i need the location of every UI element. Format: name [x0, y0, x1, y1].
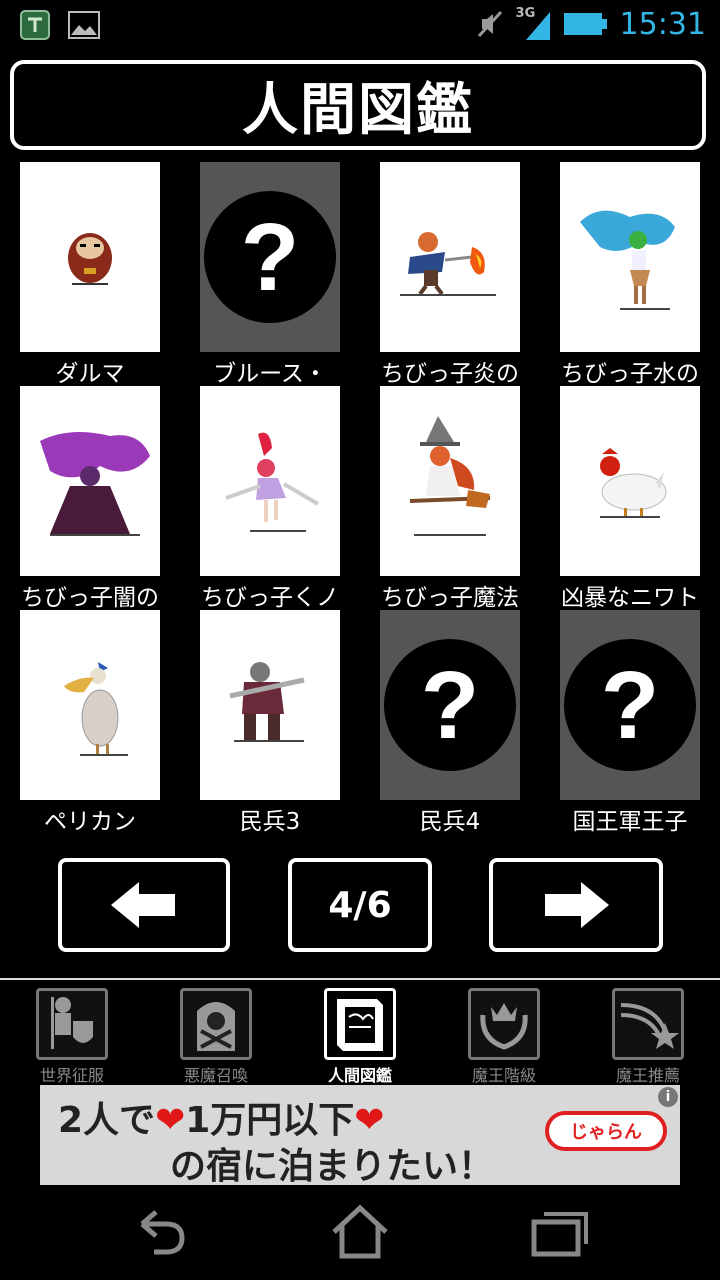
- prev-page-button[interactable]: [58, 858, 230, 952]
- home-icon[interactable]: [330, 1204, 390, 1260]
- card-label: 凶暴なニワト: [561, 585, 699, 611]
- status-time: 15:31: [619, 6, 706, 42]
- grid-card[interactable]: ちびっ子炎の: [360, 162, 540, 387]
- card-label: ペリカン: [44, 809, 136, 835]
- signal-icon: 3G: [516, 6, 552, 42]
- card-label: ちびっ子闇の: [21, 585, 159, 611]
- shield-app-icon: [20, 10, 50, 40]
- chicken-sprite: [560, 386, 700, 576]
- divider: [0, 978, 720, 980]
- crown-laurel-icon: [468, 988, 540, 1060]
- grid-card[interactable]: ? 国王軍王子: [540, 610, 720, 835]
- tab-demon-king-recommend[interactable]: 魔王推薦: [576, 986, 720, 1085]
- card-label: ちびっ子水の: [561, 361, 699, 387]
- ad-line-1: 2人で❤1万円以下❤: [58, 1091, 384, 1143]
- grid-card[interactable]: 凶暴なニワト: [540, 386, 720, 611]
- militia-sprite: [200, 610, 340, 800]
- svg-text:?: ?: [601, 652, 660, 759]
- card-label: ちびっ子くノ: [201, 585, 339, 611]
- tab-human-encyclopedia[interactable]: 人間図鑑: [288, 986, 432, 1085]
- grid-card[interactable]: ? ブルース・: [180, 162, 360, 387]
- system-nav-bar: [0, 1190, 720, 1280]
- daruma-sprite: [20, 162, 160, 352]
- pelican-sprite: [20, 610, 160, 800]
- card-label: ダルマ: [55, 361, 125, 387]
- dark-mage-sprite: [20, 386, 160, 576]
- ad-line-2: の宿に泊まりたい！: [170, 1146, 495, 1187]
- page-indicator: 4/6: [288, 858, 432, 952]
- ad-text-1b: 1万円以下: [185, 1100, 355, 1141]
- grid-card[interactable]: ダルマ: [0, 162, 180, 387]
- page-title: 人間図鑑: [242, 77, 474, 143]
- ad-banner[interactable]: 2人で❤1万円以下❤ の宿に泊まりたい！ じゃらん i: [40, 1085, 680, 1187]
- ad-info-icon[interactable]: i: [658, 1087, 678, 1107]
- tab-label: 人間図鑑: [327, 1066, 392, 1085]
- kunoichi-sprite: [200, 386, 340, 576]
- grid-card[interactable]: ちびっ子くノ: [180, 386, 360, 611]
- page-number: 4/6: [328, 884, 392, 926]
- water-girl-sprite: [560, 162, 700, 352]
- witch-sprite: [380, 386, 520, 576]
- svg-text:?: ?: [421, 652, 480, 759]
- bottom-tab-bar: 世界征服 悪魔召喚 人間図鑑 魔王階級 魔王推薦: [0, 986, 720, 1085]
- tab-world-conquest[interactable]: 世界征服: [0, 986, 144, 1085]
- tab-label: 魔王階級: [471, 1066, 536, 1085]
- grid-card[interactable]: ちびっ子闇の: [0, 386, 180, 611]
- grid-card[interactable]: ちびっ子魔法: [360, 386, 540, 611]
- tab-label: 悪魔召喚: [183, 1066, 248, 1085]
- arrow-right-icon: [545, 882, 609, 928]
- tab-demon-king-rank[interactable]: 魔王階級: [432, 986, 576, 1085]
- back-icon[interactable]: [132, 1206, 188, 1258]
- book-icon: [324, 988, 396, 1060]
- grid-card[interactable]: ペリカン: [0, 610, 180, 835]
- fire-girl-sprite: [380, 162, 520, 352]
- heart-icon: ❤: [354, 1100, 385, 1141]
- card-label: ちびっ子魔法: [381, 585, 519, 611]
- grid-card[interactable]: ちびっ子水の: [540, 162, 720, 387]
- mute-icon: [477, 10, 502, 38]
- card-label: ブルース・: [213, 361, 327, 387]
- grid-card[interactable]: 民兵3: [180, 610, 360, 835]
- tab-label: 魔王推薦: [615, 1066, 680, 1085]
- ad-brand-logo: じゃらん: [545, 1111, 667, 1151]
- knight-icon: [36, 988, 108, 1060]
- question-mark-icon: ?: [200, 162, 340, 352]
- heart-icon: ❤: [155, 1100, 186, 1141]
- card-label: ちびっ子炎の: [381, 361, 519, 387]
- picture-notification-icon: [68, 11, 100, 39]
- recent-apps-icon[interactable]: [530, 1208, 590, 1258]
- card-label: 国王軍王子: [572, 809, 688, 835]
- question-mark-icon: ?: [560, 610, 700, 800]
- card-label: 民兵4: [419, 809, 481, 835]
- next-page-button[interactable]: [489, 858, 663, 952]
- page-title-box: 人間図鑑: [10, 60, 706, 150]
- tab-demon-summon[interactable]: 悪魔召喚: [144, 986, 288, 1085]
- svg-text:?: ?: [241, 204, 300, 311]
- arrow-left-icon: [111, 882, 175, 928]
- grid-card[interactable]: ? 民兵4: [360, 610, 540, 835]
- tab-label: 世界征服: [39, 1066, 104, 1085]
- shooting-star-icon: [612, 988, 684, 1060]
- skull-tombstone-icon: [180, 988, 252, 1060]
- card-label: 民兵3: [239, 809, 301, 835]
- ad-text-1a: 2人で: [58, 1100, 156, 1141]
- battery-icon: [563, 13, 607, 35]
- status-bar: 3G 15:31: [0, 0, 720, 52]
- question-mark-icon: ?: [380, 610, 520, 800]
